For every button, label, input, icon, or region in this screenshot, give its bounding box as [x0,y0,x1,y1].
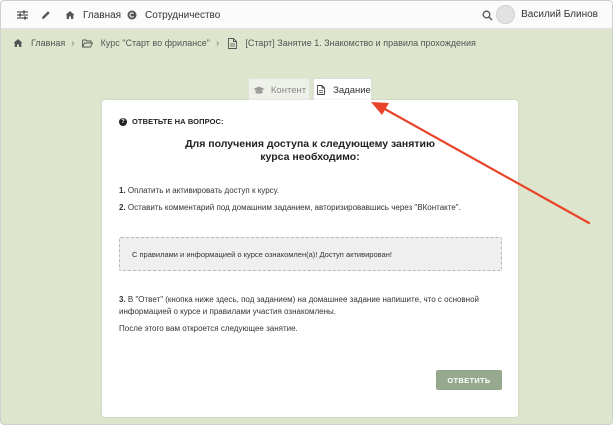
question-heading: ? ОТВЕТЬТЕ НА ВОПРОС: [119,117,224,126]
tab-content[interactable]: Контент [248,78,310,101]
step-2: 2. Оставить комментарий под домашним зад… [119,202,504,214]
user-name: Василий Блинов [521,9,598,20]
breadcrumb-home[interactable]: Главная [31,38,65,48]
tab-task[interactable]: Задание [313,78,372,101]
user-menu[interactable]: Василий Блинов [496,5,598,24]
task-title: Для получения доступа к следующему занят… [102,138,518,164]
task-title-line1: Для получения доступа к следующему занят… [185,138,435,150]
nav-home-label: Главная [83,9,122,21]
breadcrumb-lesson: [Старт] Занятие 1. Знакомство и правила … [245,38,476,48]
task-title-line2: курса необходимо: [260,151,360,163]
step-2-text: Оставить комментарий под домашним задани… [125,203,461,212]
folder-open-icon [81,36,95,50]
step-1: 1. Оплатить и активировать доступ к курс… [119,185,504,197]
avatar [496,5,516,24]
after-note: После этого вам откроется следующее заня… [119,324,298,333]
step-2-number: 2. [119,203,126,212]
breadcrumb: Главная › Курс "Старт во фрилансе" › [Ст… [11,36,476,50]
copyright-icon [125,8,139,22]
question-heading-label: ОТВЕТЬТЕ НА ВОПРОС: [132,117,224,126]
step-3: 3. В "Ответ" (кнопка ниже здесь, под зад… [119,294,504,318]
step-3-text: В "Ответ" (кнопка ниже здесь, под задани… [119,295,480,316]
nav-collab-label: Сотрудничество [145,9,221,21]
tab-content-label: Контент [270,84,307,96]
file-icon [314,83,328,97]
home-icon [11,36,25,50]
question-circle-icon: ? [119,117,127,126]
home-icon [63,8,77,22]
nav-home-link[interactable]: Главная [63,8,121,22]
answer-template-text: С правилами и информацией о курсе ознако… [132,249,392,259]
graduation-cap-icon [252,83,266,97]
pencil-icon[interactable] [39,8,53,22]
search-icon[interactable] [480,8,494,22]
step-1-text: Оплатить и активировать доступ к курсу. [125,186,280,195]
chevron-right-icon: › [215,37,220,49]
tab-task-label: Задание [333,84,371,96]
answer-template-box: С правилами и информацией о курсе ознако… [119,237,502,271]
nav-collab-link[interactable]: Сотрудничество [125,8,220,22]
browser-frame: Главная Сотрудничество Василий Блинов Гл… [0,0,613,425]
step-1-number: 1. [119,186,126,195]
file-icon [225,36,239,50]
sliders-icon[interactable] [15,8,29,22]
top-navbar: Главная Сотрудничество Василий Блинов [1,1,612,29]
task-card: ? ОТВЕТЬТЕ НА ВОПРОС: Для получения дост… [102,100,518,417]
answer-button[interactable]: ОТВЕТИТЬ [436,370,502,390]
chevron-right-icon: › [71,37,75,49]
step-3-number: 3. [119,295,126,304]
breadcrumb-course[interactable]: Курс "Старт во фрилансе" [101,38,210,48]
